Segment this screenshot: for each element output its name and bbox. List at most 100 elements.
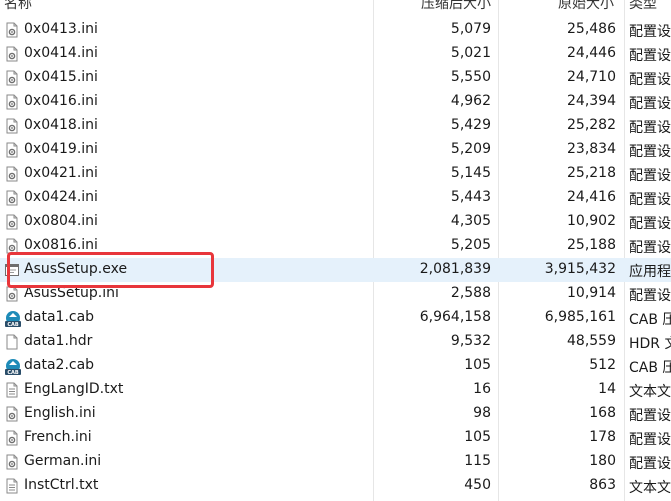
compressed-size: 2,081,839 (419, 261, 491, 277)
file-name: AsusSetup.ini (24, 285, 119, 301)
cab-file-icon: CAB (4, 358, 21, 376)
archive-file-list: 名称 压缩后大小 原始大小 类型 0x0413.ini 5,079 25,486 配置… (0, 0, 671, 501)
original-size: 180 (589, 453, 616, 469)
original-size: 10,914 (567, 285, 616, 301)
file-type: 配置设 (629, 48, 671, 64)
column-header-compressed-size[interactable]: 压缩后大小 (371, 0, 491, 13)
file-name: 0x0419.ini (24, 141, 98, 157)
file-type: 配置设 (629, 144, 671, 160)
original-size: 24,416 (567, 189, 616, 205)
file-name: data2.cab (24, 357, 95, 373)
file-name: InstCtrl.txt (24, 477, 99, 493)
file-name: 0x0414.ini (24, 45, 98, 61)
ini-file-icon (4, 166, 20, 182)
original-size: 48,559 (567, 333, 616, 349)
compressed-size: 5,205 (450, 237, 491, 253)
file-rows: 0x0413.ini 5,079 25,486 配置设 0x0414.ini 5,021 2… (0, 18, 671, 498)
compressed-size: 5,145 (450, 165, 491, 181)
compressed-size: 5,429 (450, 117, 491, 133)
ini-file-icon (4, 142, 20, 158)
file-type: 配置设 (629, 192, 671, 208)
original-size: 14 (598, 381, 616, 397)
file-row[interactable]: English.ini 98 168 配置设 (0, 402, 671, 426)
file-row[interactable]: AsusSetup.ini 2,588 10,914 配置设 (0, 282, 671, 306)
file-row[interactable]: CAB data2.cab 105 512 CAB 压 (0, 354, 671, 378)
file-row[interactable]: CAB data1.cab 6,964,158 6,985,161 CAB 压 (0, 306, 671, 330)
file-row[interactable]: 0x0816.ini 5,205 25,188 配置设 (0, 234, 671, 258)
file-name: data1.hdr (24, 333, 93, 349)
file-name: 0x0421.ini (24, 165, 98, 181)
ini-file-icon (4, 94, 20, 110)
original-size: 10,902 (567, 213, 616, 229)
txt-file-icon (4, 478, 20, 494)
column-header-type[interactable]: 类型 (629, 0, 657, 13)
blank-file-icon (4, 334, 20, 350)
file-name: English.ini (24, 405, 96, 421)
compressed-size: 5,209 (450, 141, 491, 157)
file-row[interactable]: 0x0418.ini 5,429 25,282 配置设 (0, 114, 671, 138)
file-type: 配置设 (629, 432, 671, 448)
file-name: 0x0804.ini (24, 213, 98, 229)
file-row[interactable]: German.ini 115 180 配置设 (0, 450, 671, 474)
ini-file-icon (4, 46, 20, 62)
compressed-size: 5,021 (450, 45, 491, 61)
compressed-size: 115 (464, 453, 491, 469)
file-row[interactable]: 0x0804.ini 4,305 10,902 配置设 (0, 210, 671, 234)
file-row[interactable]: 0x0421.ini 5,145 25,218 配置设 (0, 162, 671, 186)
original-size: 25,188 (567, 237, 616, 253)
file-row[interactable]: 0x0416.ini 4,962 24,394 配置设 (0, 90, 671, 114)
original-size: 512 (589, 357, 616, 373)
original-size: 23,834 (567, 141, 616, 157)
original-size: 24,710 (567, 69, 616, 85)
file-row[interactable]: data1.hdr 9,532 48,559 HDR 文 (0, 330, 671, 354)
file-type: 配置设 (629, 456, 671, 472)
file-name: German.ini (24, 453, 102, 469)
file-row[interactable]: EngLangID.txt 16 14 文本文 (0, 378, 671, 402)
compressed-size: 5,443 (450, 189, 491, 205)
compressed-size: 2,588 (450, 285, 491, 301)
compressed-size: 9,532 (450, 333, 491, 349)
file-row[interactable]: AsusSetup.exe 2,081,839 3,915,432 应用程 (0, 258, 671, 282)
file-row[interactable]: 0x0419.ini 5,209 23,834 配置设 (0, 138, 671, 162)
file-row[interactable]: 0x0414.ini 5,021 24,446 配置设 (0, 42, 671, 66)
compressed-size: 5,079 (450, 21, 491, 37)
ini-file-icon (4, 22, 20, 38)
file-name: 0x0416.ini (24, 93, 98, 109)
file-type: HDR 文 (629, 336, 671, 352)
ini-file-icon (4, 430, 20, 446)
file-row[interactable]: 0x0413.ini 5,079 25,486 配置设 (0, 18, 671, 42)
file-type: 应用程 (629, 264, 671, 280)
column-header-name[interactable]: 名称 (4, 0, 32, 13)
compressed-size: 16 (473, 381, 491, 397)
file-row[interactable]: French.ini 105 178 配置设 (0, 426, 671, 450)
file-type: CAB 压 (629, 360, 671, 376)
file-type: CAB 压 (629, 312, 671, 328)
original-size: 25,282 (567, 117, 616, 133)
file-type: 配置设 (629, 96, 671, 112)
original-size: 6,985,161 (544, 309, 616, 325)
ini-file-icon (4, 190, 20, 206)
file-type: 配置设 (629, 216, 671, 232)
compressed-size: 4,962 (450, 93, 491, 109)
file-name: AsusSetup.exe (24, 261, 128, 277)
cab-file-icon: CAB (4, 310, 21, 328)
file-row[interactable]: InstCtrl.txt 450 863 文本文 (0, 474, 671, 498)
file-name: 0x0424.ini (24, 189, 98, 205)
column-header-original-size[interactable]: 原始大小 (504, 0, 614, 13)
file-type: 文本文 (629, 480, 671, 496)
original-size: 25,486 (567, 21, 616, 37)
file-type: 配置设 (629, 168, 671, 184)
file-row[interactable]: 0x0424.ini 5,443 24,416 配置设 (0, 186, 671, 210)
compressed-size: 5,550 (450, 69, 491, 85)
txt-file-icon (4, 382, 20, 398)
file-type: 配置设 (629, 24, 671, 40)
file-row[interactable]: 0x0415.ini 5,550 24,710 配置设 (0, 66, 671, 90)
original-size: 24,394 (567, 93, 616, 109)
file-type: 配置设 (629, 408, 671, 424)
original-size: 3,915,432 (544, 261, 616, 277)
ini-file-icon (4, 214, 20, 230)
ini-file-icon (4, 238, 20, 254)
original-size: 863 (589, 477, 616, 493)
compressed-size: 4,305 (450, 213, 491, 229)
file-type: 配置设 (629, 72, 671, 88)
